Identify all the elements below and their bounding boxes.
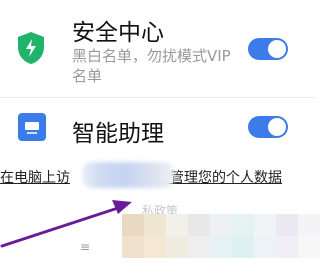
annotation-arrow-icon [0, 200, 132, 248]
